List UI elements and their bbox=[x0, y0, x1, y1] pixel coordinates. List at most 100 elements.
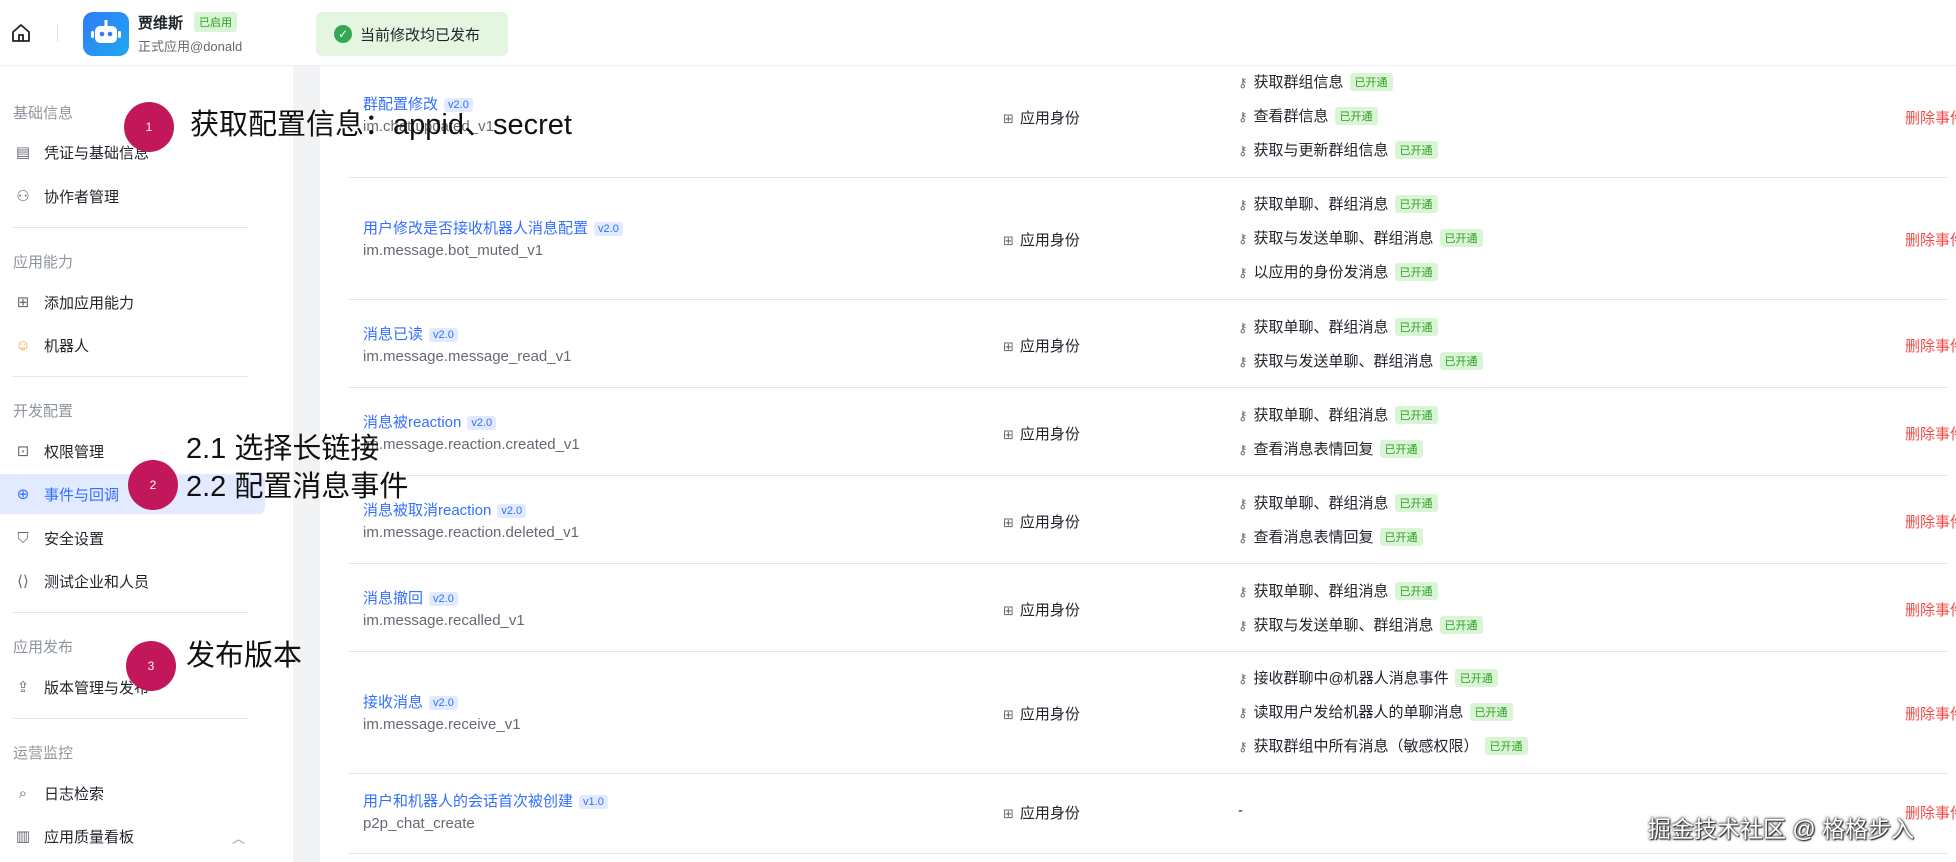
permission-item: ⚷ 获取与发送单聊、群组消息 已开通 bbox=[1238, 227, 1483, 248]
key-icon: ⚷ bbox=[1238, 197, 1248, 212]
permission-item: ⚷ 获取单聊、群组消息 已开通 bbox=[1238, 193, 1438, 214]
sidebar-item-label: 应用质量看板 bbox=[44, 828, 135, 846]
divider bbox=[13, 718, 248, 719]
sidebar-item-label: 日志检索 bbox=[44, 785, 105, 803]
table-row: 消息被reaction v2.0 im.message.reaction.crea… bbox=[348, 388, 1956, 476]
table-row: 消息已读 v2.0 im.message.message_read_v1 ⊞ 应用身… bbox=[348, 300, 1956, 388]
annotation-text-1: 获取配置信息：appid、secret bbox=[190, 109, 572, 141]
version-badge: v2.0 bbox=[429, 696, 458, 710]
sidebar-item-label: 协作者管理 bbox=[44, 188, 120, 206]
identity-cell: ⊞ 应用身份 bbox=[1003, 805, 1080, 822]
events-table: 群配置修改 v2.0 im.chat.updated_v1 ⊞ 应用身份 ⚷ 获取群组… bbox=[320, 66, 1956, 862]
credential-icon: ▤ bbox=[15, 144, 31, 161]
event-id: im.message.reaction.created_v1 bbox=[363, 436, 580, 453]
identity-cell: ⊞ 应用身份 bbox=[1003, 426, 1080, 443]
status-badge: 已开通 bbox=[1439, 616, 1483, 634]
grid-icon: ⊞ bbox=[1003, 111, 1014, 126]
key-icon: ⚷ bbox=[1238, 354, 1248, 369]
status-badge: 已开通 bbox=[1394, 406, 1438, 424]
divider bbox=[13, 612, 248, 613]
status-badge: 已开通 bbox=[1334, 107, 1378, 125]
delete-event-button[interactable]: 删除事件 bbox=[1905, 511, 1956, 532]
key-icon: ⚷ bbox=[1238, 109, 1248, 124]
event-name-link[interactable]: 用户修改是否接收机器人消息配置 v2.0 bbox=[363, 217, 623, 238]
sidebar-item-robot[interactable]: ☺ 机器人 bbox=[0, 325, 265, 365]
event-name-link[interactable]: 接收消息 v2.0 bbox=[363, 691, 458, 712]
grid-icon: ⊞ bbox=[1003, 339, 1014, 354]
key-icon: ⚷ bbox=[1238, 143, 1248, 158]
log-search-icon: ⌕ bbox=[18, 784, 28, 802]
app-avatar bbox=[83, 12, 129, 56]
shield-icon: ⛉ bbox=[17, 529, 29, 547]
app-subtitle: 正式应用@donald bbox=[138, 39, 243, 54]
grid-icon: ⊞ bbox=[1003, 515, 1014, 530]
sidebar-item-security[interactable]: ⛉ 安全设置 bbox=[0, 518, 265, 558]
top-bar: 贾维斯 已启用 正式应用@donald ✓ 当前修改均已发布 bbox=[0, 0, 1956, 66]
table-row: 群配置修改 v2.0 im.chat.updated_v1 ⊞ 应用身份 ⚷ 获取群组… bbox=[348, 66, 1956, 178]
version-badge: v2.0 bbox=[429, 592, 458, 606]
delete-event-button[interactable]: 删除事件 bbox=[1905, 229, 1956, 250]
annotation-text-2a: 2.1 选择长链接 bbox=[186, 433, 380, 465]
permission-item: ⚷ 获取群组中所有消息（敏感权限） 已开通 bbox=[1238, 735, 1528, 756]
event-id: im.message.recalled_v1 bbox=[363, 612, 525, 629]
permission-item: ⚷ 查看消息表情回复 已开通 bbox=[1238, 526, 1423, 547]
check-circle-icon: ✓ bbox=[334, 25, 352, 43]
key-icon: ⚷ bbox=[1238, 584, 1248, 599]
key-icon: ⚷ bbox=[1238, 739, 1248, 754]
event-name-link[interactable]: 消息撤回 v2.0 bbox=[363, 587, 458, 608]
delete-event-button[interactable]: 删除事件 bbox=[1905, 335, 1956, 356]
key-icon: ⚷ bbox=[1238, 671, 1248, 686]
status-badge: 已开通 bbox=[1349, 73, 1393, 91]
delete-event-button[interactable]: 删除事件 bbox=[1905, 599, 1956, 620]
sidebar-item-label: 事件与回调 bbox=[44, 486, 120, 504]
key-icon: ⚷ bbox=[1238, 320, 1248, 335]
key-icon: ⚷ bbox=[1238, 265, 1248, 280]
status-badge: 已开通 bbox=[1454, 669, 1498, 687]
key-icon: ⚷ bbox=[1238, 496, 1248, 511]
annotation-marker-2: 2 bbox=[128, 460, 178, 510]
sidebar-item-quality[interactable]: ▥ 应用质量看板 bbox=[0, 816, 265, 856]
status-badge: 已开通 bbox=[1484, 737, 1528, 755]
key-icon: ⚷ bbox=[1238, 75, 1248, 90]
no-permission: - bbox=[1238, 802, 1243, 819]
sidebar-item-add-capability[interactable]: ⊞ 添加应用能力 bbox=[0, 282, 265, 322]
event-name-link[interactable]: 消息已读 v2.0 bbox=[363, 323, 458, 344]
publish-notice: ✓ 当前修改均已发布 bbox=[316, 12, 508, 56]
app-name: 贾维斯 bbox=[138, 15, 184, 32]
publish-notice-text: 当前修改均已发布 bbox=[360, 26, 481, 44]
table-row: 消息撤回 v2.0 im.message.recalled_v1 ⊞ 应用身份 ⚷ 获… bbox=[348, 564, 1956, 652]
app-status-badge: 已启用 bbox=[194, 12, 237, 32]
event-name-link[interactable]: 消息被reaction v2.0 bbox=[363, 411, 497, 432]
delete-event-button[interactable]: 删除事件 bbox=[1905, 423, 1956, 444]
status-badge: 已开通 bbox=[1394, 318, 1438, 336]
sidebar-item-log[interactable]: ⌕ 日志检索 bbox=[0, 773, 265, 813]
identity-cell: ⊞ 应用身份 bbox=[1003, 110, 1080, 127]
chevron-up-icon[interactable]: ︿ bbox=[232, 828, 245, 847]
divider bbox=[13, 227, 248, 228]
key-icon: ⚷ bbox=[1238, 231, 1248, 246]
grid-icon: ⊞ bbox=[1003, 806, 1014, 821]
status-badge: 已开通 bbox=[1394, 582, 1438, 600]
permission-item: ⚷ 读取用户发给机器人的单聊消息 已开通 bbox=[1238, 701, 1513, 722]
annotation-marker-1: 1 bbox=[124, 102, 174, 152]
sidebar-item-collaborators[interactable]: ⚇ 协作者管理 bbox=[0, 176, 265, 216]
event-icon: ⊕ bbox=[16, 486, 30, 503]
version-badge: v2.0 bbox=[429, 328, 458, 342]
permission-item: ⚷ 获取单聊、群组消息 已开通 bbox=[1238, 492, 1438, 513]
table-row: 用户修改是否接收机器人消息配置 v2.0 im.message.bot_muted… bbox=[348, 178, 1956, 300]
add-capability-icon: ⊞ bbox=[16, 294, 30, 311]
permission-item: ⚷ 以应用的身份发消息 已开通 bbox=[1238, 261, 1438, 282]
permission-item: ⚷ 获取单聊、群组消息 已开通 bbox=[1238, 580, 1438, 601]
sidebar-item-test[interactable]: ⟨⟩ 测试企业和人员 bbox=[0, 561, 265, 601]
annotation-marker-3: 3 bbox=[126, 641, 176, 691]
collaborator-icon: ⚇ bbox=[16, 188, 30, 205]
identity-cell: ⊞ 应用身份 bbox=[1003, 232, 1080, 249]
home-icon[interactable] bbox=[10, 22, 32, 44]
annotation-text-2b: 2.2 配置消息事件 bbox=[186, 471, 409, 503]
delete-event-button[interactable]: 删除事件 bbox=[1905, 107, 1956, 128]
delete-event-button[interactable]: 删除事件 bbox=[1905, 703, 1956, 724]
permission-item: ⚷ 获取与更新群组信息 已开通 bbox=[1238, 139, 1438, 160]
table-row: 接收消息 v2.0 im.message.receive_v1 ⊞ 应用身份 ⚷ 接收… bbox=[348, 652, 1956, 774]
event-name-link[interactable]: 用户和机器人的会话首次被创建 v1.0 bbox=[363, 790, 608, 811]
identity-cell: ⊞ 应用身份 bbox=[1003, 602, 1080, 619]
